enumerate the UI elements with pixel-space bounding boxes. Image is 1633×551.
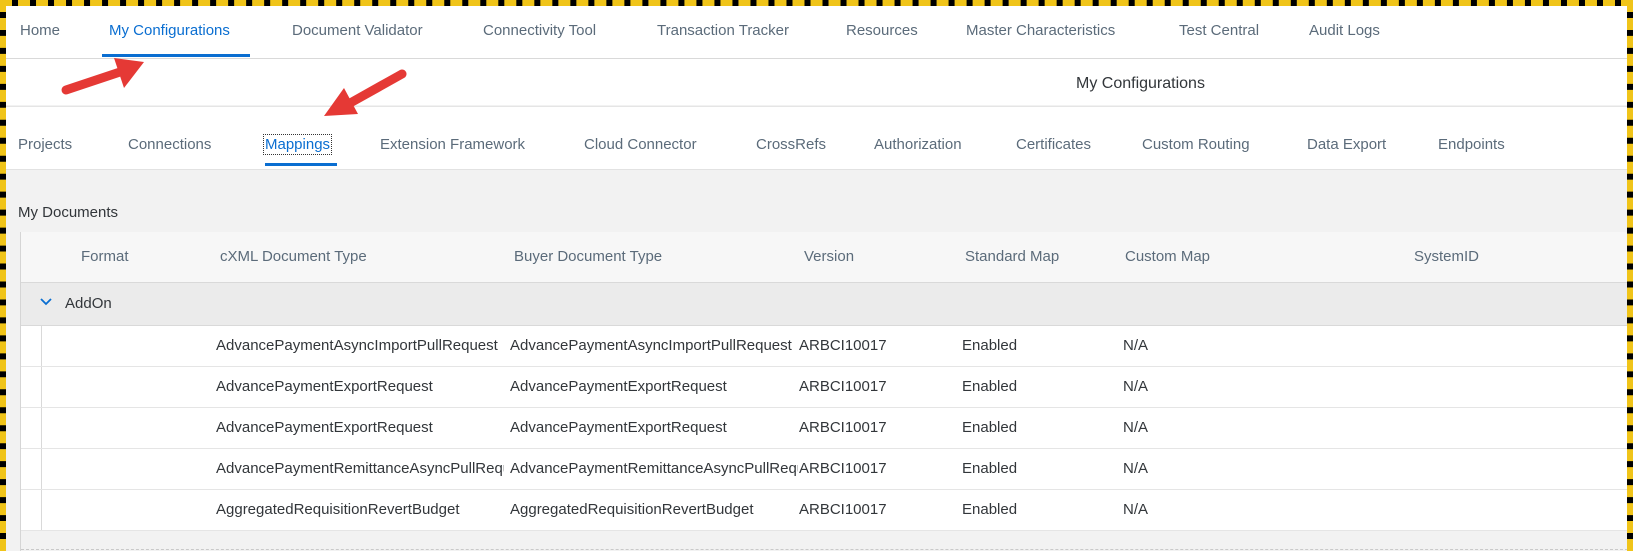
documents-table: Format cXML Document Type Buyer Document… [20, 232, 1627, 551]
section-title: My Documents [18, 204, 119, 221]
row-indent [41, 367, 42, 407]
subtab-projects[interactable]: Projects [18, 136, 72, 153]
group-label: AddOn [65, 295, 112, 312]
title-bar: My Configurations [6, 59, 1627, 105]
sub-nav: Projects Connections Mappings Extension … [6, 106, 1627, 170]
tab-document-validator[interactable]: Document Validator [292, 22, 423, 39]
row-indent [41, 449, 42, 489]
cell-buyer-document-type: AdvancePaymentExportRequest [510, 419, 727, 436]
tab-connectivity-tool[interactable]: Connectivity Tool [483, 22, 596, 39]
cell-version: ARBCI10017 [799, 378, 887, 395]
subtab-mappings[interactable]: Mappings [262, 134, 333, 155]
cell-buyer-document-type: AdvancePaymentRemittanceAsyncPullRequest [510, 460, 798, 477]
table-row[interactable]: AdvancePaymentRemittanceAsyncPullRequest… [21, 449, 1627, 490]
subtab-extension-framework[interactable]: Extension Framework [380, 136, 525, 153]
cell-standard-map: Enabled [962, 337, 1018, 354]
tab-test-central[interactable]: Test Central [1179, 22, 1259, 39]
active-tab-indicator [102, 54, 250, 57]
cell-cxml-document-type: AggregatedRequisitionRevertBudget [216, 501, 460, 518]
subtab-crossrefs[interactable]: CrossRefs [756, 136, 826, 153]
cell-version: ARBCI10017 [799, 460, 887, 477]
cell-standard-map: Enabled [962, 501, 1018, 518]
subtab-authorization[interactable]: Authorization [874, 136, 962, 153]
tab-my-configurations[interactable]: My Configurations [109, 22, 230, 39]
cell-standard-map: Enabled [962, 460, 1018, 477]
table-row[interactable]: AdvancePaymentExportRequest AdvancePayme… [21, 408, 1627, 449]
cell-cxml-document-type: AdvancePaymentAsyncImportPullRequest [216, 337, 498, 354]
table-row[interactable]: AdvancePaymentAsyncImportPullRequest Adv… [21, 326, 1627, 367]
column-header-format[interactable]: Format [81, 248, 129, 265]
top-nav: Home My Configurations Document Validato… [6, 6, 1627, 59]
column-header-system-id[interactable]: SystemID [1414, 248, 1479, 265]
tab-transaction-tracker[interactable]: Transaction Tracker [657, 22, 789, 39]
cell-standard-map: Enabled [962, 419, 1018, 436]
cell-cxml-document-type: AdvancePaymentExportRequest [216, 419, 433, 436]
column-header-custom-map[interactable]: Custom Map [1125, 248, 1210, 265]
cell-version: ARBCI10017 [799, 337, 887, 354]
cell-cxml-document-type: AdvancePaymentExportRequest [216, 378, 433, 395]
cell-custom-map: N/A [1123, 378, 1149, 395]
row-indent [41, 490, 42, 530]
tab-master-characteristics[interactable]: Master Characteristics [966, 22, 1115, 39]
subtab-connections[interactable]: Connections [128, 136, 211, 153]
cell-version: ARBCI10017 [799, 419, 887, 436]
cell-buyer-document-type: AdvancePaymentAsyncImportPullRequest [510, 337, 792, 354]
cell-custom-map: N/A [1123, 460, 1149, 477]
subtab-data-export[interactable]: Data Export [1307, 136, 1386, 153]
column-header-buyer-document-type[interactable]: Buyer Document Type [514, 248, 662, 265]
column-header-cxml-document-type[interactable]: cXML Document Type [220, 248, 367, 265]
cell-version: ARBCI10017 [799, 501, 887, 518]
row-indent [41, 326, 42, 366]
row-indent [41, 408, 42, 448]
cell-buyer-document-type: AdvancePaymentExportRequest [510, 378, 727, 395]
cell-custom-map: N/A [1123, 337, 1149, 354]
tab-resources[interactable]: Resources [846, 22, 918, 39]
table-row[interactable]: AdvancePaymentExportRequest AdvancePayme… [21, 367, 1627, 408]
column-header-standard-map[interactable]: Standard Map [965, 248, 1059, 265]
subtab-custom-routing[interactable]: Custom Routing [1142, 136, 1250, 153]
cell-custom-map: N/A [1123, 501, 1149, 518]
tab-audit-logs[interactable]: Audit Logs [1309, 22, 1380, 39]
cell-custom-map: N/A [1123, 419, 1149, 436]
table-row[interactable]: AggregatedRequisitionRevertBudget Aggreg… [21, 490, 1627, 531]
cell-standard-map: Enabled [962, 378, 1018, 395]
group-row-addon[interactable]: AddOn [21, 283, 1627, 326]
cell-buyer-document-type: AggregatedRequisitionRevertBudget [510, 501, 754, 518]
subtab-endpoints[interactable]: Endpoints [1438, 136, 1505, 153]
subtab-certificates[interactable]: Certificates [1016, 136, 1091, 153]
page-title: My Configurations [1076, 75, 1205, 92]
subtab-cloud-connector[interactable]: Cloud Connector [584, 136, 697, 153]
cell-cxml-document-type: AdvancePaymentRemittanceAsyncPullRequest [216, 460, 504, 477]
table-header: Format cXML Document Type Buyer Document… [21, 232, 1627, 283]
column-header-version[interactable]: Version [804, 248, 854, 265]
app-canvas: Home My Configurations Document Validato… [6, 6, 1627, 551]
tab-home[interactable]: Home [20, 22, 60, 39]
active-subtab-indicator [265, 163, 337, 166]
table-bottom-border [21, 548, 1627, 550]
chevron-down-icon[interactable] [39, 295, 53, 309]
